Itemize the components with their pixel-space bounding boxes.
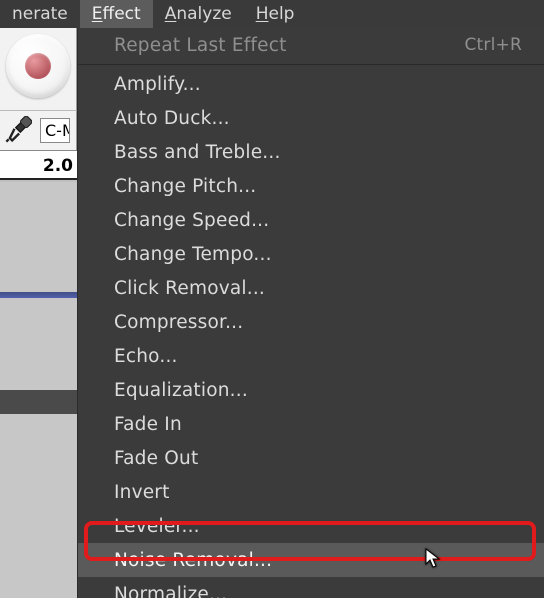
menu-effect[interactable]: Effect [80, 0, 153, 28]
menu-effect-label: Effect [92, 4, 141, 24]
menu-analyze[interactable]: Analyze [153, 0, 244, 28]
menu-item-fade-in[interactable]: Fade In [78, 407, 544, 441]
menu-item-label: Echo... [114, 346, 178, 367]
menu-item-label: Change Tempo... [114, 244, 272, 265]
menu-item-label: Normalize... [114, 584, 227, 598]
menu-item-equalization[interactable]: Equalization... [78, 373, 544, 407]
menu-item-click-removal[interactable]: Click Removal... [78, 271, 544, 305]
menu-generate-label: nerate [12, 4, 68, 24]
menu-item-fade-out[interactable]: Fade Out [78, 441, 544, 475]
menu-item-leveler[interactable]: Leveler... [78, 509, 544, 543]
menu-item-change-pitch[interactable]: Change Pitch... [78, 169, 544, 203]
menu-item-noise-removal[interactable]: Noise Removal... [78, 543, 544, 577]
menu-item-label: Invert [114, 482, 170, 503]
menu-item-label: Equalization... [114, 380, 248, 401]
menu-item-label: Auto Duck... [114, 108, 230, 129]
menu-item-label: Repeat Last Effect [114, 35, 287, 56]
menu-item-label: Change Speed... [114, 210, 269, 231]
menu-item-change-tempo[interactable]: Change Tempo... [78, 237, 544, 271]
menu-item-bass-and-treble[interactable]: Bass and Treble... [78, 135, 544, 169]
menu-item-normalize[interactable]: Normalize... [78, 577, 544, 598]
transport-toolbar [0, 28, 77, 110]
ruler-tick-label: 2.0 [43, 156, 73, 176]
effect-menu-panel: Repeat Last Effect Ctrl+R Amplify... Aut… [77, 28, 544, 598]
menubar: nerate Effect Analyze Help [0, 0, 544, 28]
menu-item-label: Compressor... [114, 312, 243, 333]
menu-item-label: Click Removal... [114, 278, 265, 299]
track-separator [0, 390, 77, 414]
menu-item-echo[interactable]: Echo... [78, 339, 544, 373]
menu-analyze-label: Analyze [165, 4, 232, 24]
track-area[interactable] [0, 182, 77, 598]
menu-item-amplify[interactable]: Amplify... [78, 67, 544, 101]
menu-item-auto-duck[interactable]: Auto Duck... [78, 101, 544, 135]
menu-help-label: Help [256, 4, 295, 24]
menu-item-change-speed[interactable]: Change Speed... [78, 203, 544, 237]
menu-item-label: Fade Out [114, 448, 198, 469]
menu-item-repeat-last-effect: Repeat Last Effect Ctrl+R [78, 28, 544, 62]
menu-item-label: Fade In [114, 414, 182, 435]
menu-item-label: Leveler... [114, 516, 200, 537]
menu-item-compressor[interactable]: Compressor... [78, 305, 544, 339]
record-button[interactable] [6, 34, 70, 98]
menu-item-label: Noise Removal... [114, 550, 272, 571]
menu-generate[interactable]: nerate [0, 0, 80, 28]
menu-item-label: Bass and Treble... [114, 142, 281, 163]
input-device-value: C-M [45, 121, 70, 140]
microphone-icon [4, 116, 34, 146]
menu-help[interactable]: Help [244, 0, 307, 28]
input-device-selector[interactable]: C-M [40, 118, 70, 143]
menu-item-label: Amplify... [114, 74, 201, 95]
menu-item-label: Change Pitch... [114, 176, 256, 197]
menu-item-shortcut: Ctrl+R [464, 35, 522, 55]
menu-separator [78, 64, 544, 65]
timeline-ruler[interactable]: 2.0 [0, 150, 77, 180]
device-toolbar: C-M [0, 110, 77, 150]
waveform [0, 292, 77, 298]
menu-item-invert[interactable]: Invert [78, 475, 544, 509]
